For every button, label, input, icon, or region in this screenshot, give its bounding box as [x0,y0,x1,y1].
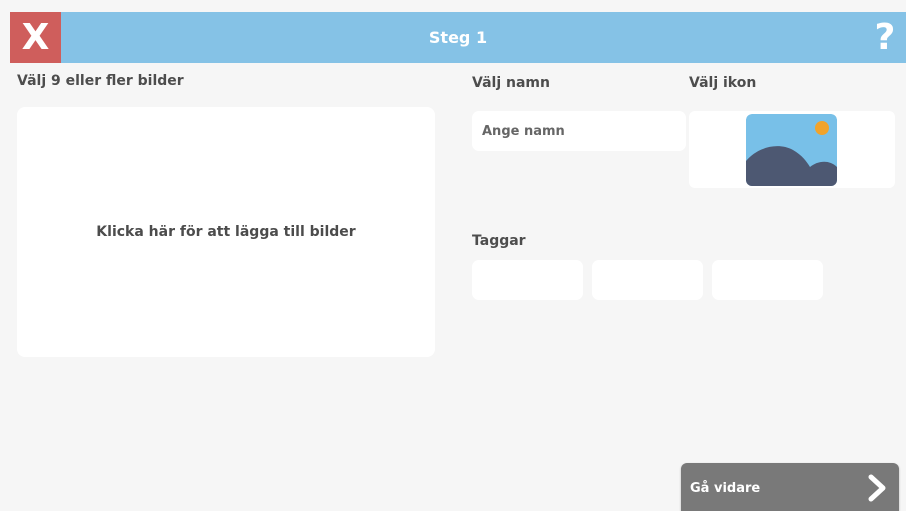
tag-input-2[interactable] [592,260,703,300]
step-one-page: X Steg 1 ? Välj 9 eller fler bilder Klic… [0,0,906,511]
name-label: Välj namn [472,75,550,91]
icon-picker[interactable] [689,111,895,188]
tag-input-1[interactable] [472,260,583,300]
help-button[interactable]: ? [870,12,900,63]
header-bar: X Steg 1 ? [10,12,906,63]
name-input[interactable] [472,111,686,151]
help-icon: ? [874,17,896,58]
close-button[interactable]: X [10,12,61,63]
continue-button[interactable]: Gå vidare [681,463,899,511]
chevron-right-icon [868,474,886,502]
page-title: Steg 1 [428,28,488,47]
icon-label: Välj ikon [689,75,757,91]
image-drop-area[interactable]: Klicka här för att lägga till bilder [17,107,435,357]
close-icon: X [21,17,50,58]
images-label: Välj 9 eller fler bilder [17,73,184,89]
tag-input-3[interactable] [712,260,823,300]
tags-label: Taggar [472,233,526,249]
image-placeholder-icon [746,114,837,186]
image-drop-text: Klicka här för att lägga till bilder [96,224,356,240]
continue-label: Gå vidare [690,481,761,496]
